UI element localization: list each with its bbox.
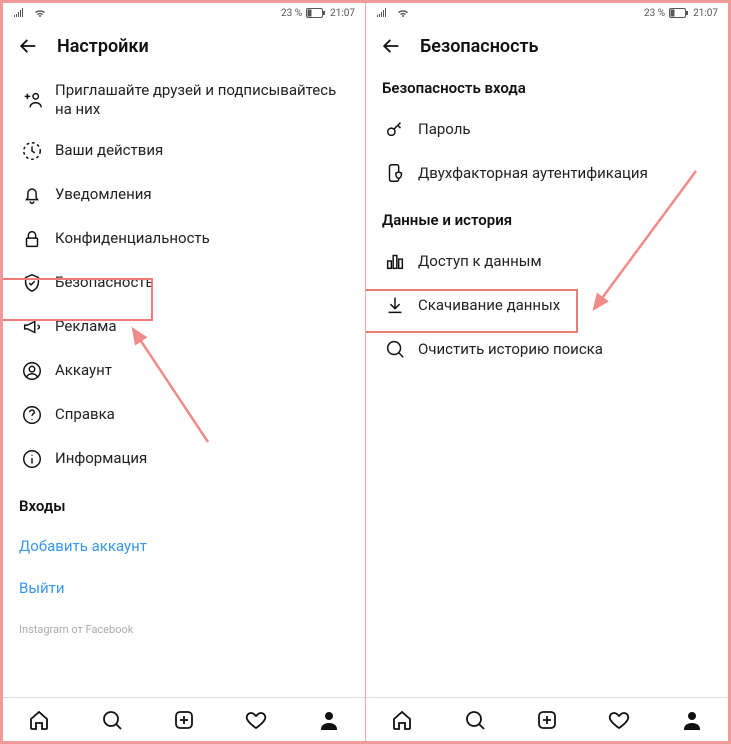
security-item-download-data[interactable]: Скачивание данных (380, 283, 714, 327)
settings-item-label: Справка (55, 405, 115, 424)
logout-link[interactable]: Выйти (17, 567, 351, 609)
wifi-icon (396, 8, 410, 18)
megaphone-icon (19, 315, 45, 339)
clock: 21:07 (330, 8, 355, 19)
security-item-label: Пароль (418, 120, 471, 139)
tab-activity[interactable] (583, 698, 655, 741)
header: Настройки (3, 23, 365, 71)
key-icon (382, 117, 408, 141)
tab-search[interactable] (75, 698, 147, 741)
security-item-label: Доступ к данным (418, 252, 542, 271)
add-account-link[interactable]: Добавить аккаунт (17, 525, 351, 567)
section-data-history: Данные и история (380, 195, 714, 239)
search-icon (382, 337, 408, 361)
settings-item-invite-friends[interactable]: Приглашайте друзей и подписывайтесь на н… (17, 71, 351, 129)
signal-icon (376, 8, 390, 18)
settings-item-label: Ваши действия (55, 141, 163, 160)
battery-icon (669, 8, 689, 18)
page-title: Настройки (57, 36, 149, 57)
settings-item-label: Уведомления (55, 185, 152, 204)
tab-activity[interactable] (220, 698, 292, 741)
phone-shield-icon (382, 161, 408, 185)
settings-item-activity[interactable]: Ваши действия (17, 129, 351, 173)
clock: 21:07 (693, 8, 718, 19)
settings-item-ads[interactable]: Реклама (17, 305, 351, 349)
help-icon (19, 403, 45, 427)
tab-add[interactable] (148, 698, 220, 741)
tab-home[interactable] (366, 698, 438, 741)
security-item-clear-search[interactable]: Очистить историю поиска (380, 327, 714, 371)
add-person-icon (19, 88, 45, 112)
info-icon (19, 447, 45, 471)
activity-icon (19, 139, 45, 163)
battery-percent: 23 % (281, 8, 302, 19)
signal-icon (13, 8, 27, 18)
settings-item-label: Реклама (55, 317, 117, 336)
back-button[interactable] (17, 35, 39, 57)
logins-header: Входы (17, 481, 351, 525)
settings-item-account[interactable]: Аккаунт (17, 349, 351, 393)
tab-home[interactable] (3, 698, 75, 741)
lock-icon (19, 227, 45, 251)
security-item-data-access[interactable]: Доступ к данным (380, 239, 714, 283)
tab-search[interactable] (438, 698, 510, 741)
tab-profile[interactable] (293, 698, 365, 741)
settings-item-label: Аккаунт (55, 361, 112, 380)
tab-bar (3, 697, 365, 741)
settings-item-security[interactable]: Безопасность (17, 261, 351, 305)
header: Безопасность (366, 23, 728, 71)
settings-screen: 23 % 21:07 Настройки Приглашайте друзей … (3, 3, 365, 741)
security-item-two-factor[interactable]: Двухфакторная аутентификация (380, 151, 714, 195)
security-item-label: Очистить историю поиска (418, 340, 603, 359)
settings-item-label: Информация (55, 449, 147, 468)
wifi-icon (33, 8, 47, 18)
settings-item-label: Приглашайте друзей и подписывайтесь на н… (55, 81, 349, 119)
user-circle-icon (19, 359, 45, 383)
back-button[interactable] (380, 35, 402, 57)
battery-icon (306, 8, 326, 18)
settings-item-help[interactable]: Справка (17, 393, 351, 437)
status-bar: 23 % 21:07 (366, 3, 728, 23)
settings-list: Приглашайте друзей и подписывайтесь на н… (3, 71, 365, 697)
status-bar: 23 % 21:07 (3, 3, 365, 23)
security-item-label: Скачивание данных (418, 296, 560, 315)
security-item-label: Двухфакторная аутентификация (418, 164, 648, 183)
security-list: Безопасность входа Пароль Двухфакторная … (366, 71, 728, 697)
tab-profile[interactable] (656, 698, 728, 741)
bell-icon (19, 183, 45, 207)
tab-bar (366, 697, 728, 741)
data-bars-icon (382, 249, 408, 273)
shield-check-icon (19, 271, 45, 295)
settings-item-about[interactable]: Информация (17, 437, 351, 481)
security-screen: 23 % 21:07 Безопасность Безопасность вхо… (365, 3, 728, 741)
settings-item-label: Безопасность (55, 273, 154, 292)
security-item-password[interactable]: Пароль (380, 107, 714, 151)
page-title: Безопасность (420, 36, 539, 57)
settings-item-privacy[interactable]: Конфиденциальность (17, 217, 351, 261)
settings-item-label: Конфиденциальность (55, 229, 210, 248)
download-icon (382, 293, 408, 317)
tab-add[interactable] (511, 698, 583, 741)
battery-percent: 23 % (644, 8, 665, 19)
footer-note: Instagram от Facebook (17, 609, 351, 642)
section-login-security: Безопасность входа (380, 71, 714, 107)
settings-item-notifications[interactable]: Уведомления (17, 173, 351, 217)
